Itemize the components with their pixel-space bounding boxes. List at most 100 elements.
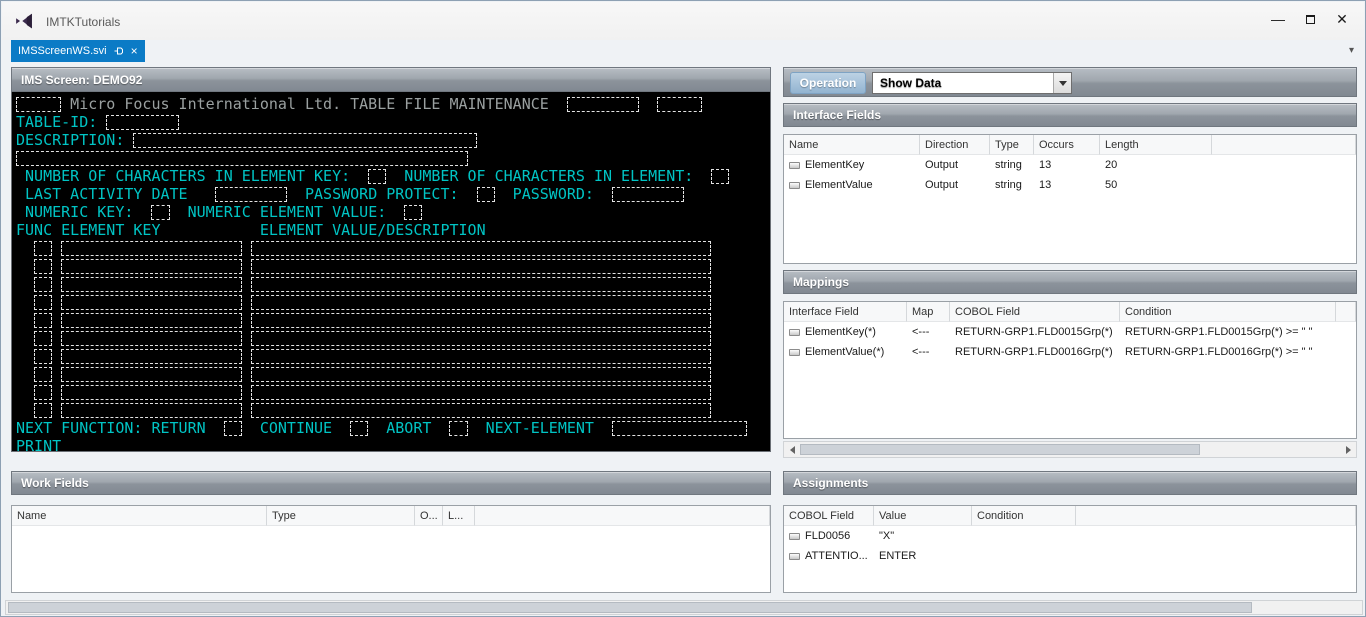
column-header[interactable]: Name: [784, 135, 920, 155]
terminal-input-field[interactable]: [251, 403, 712, 418]
terminal-input-field[interactable]: [61, 259, 242, 274]
terminal-input-field[interactable]: [251, 331, 712, 346]
terminal-input-field[interactable]: [106, 115, 178, 130]
terminal-input-field[interactable]: [61, 277, 242, 292]
terminal-input-field[interactable]: [34, 331, 52, 346]
terminal-input-field[interactable]: [251, 277, 712, 292]
terminal-input-field[interactable]: [34, 259, 52, 274]
field-icon: [789, 162, 800, 169]
terminal-input-field[interactable]: [133, 133, 476, 148]
terminal-text: [52, 329, 61, 347]
cell-text: RETURN-GRP1.FLD0015Grp(*) >= " ": [1125, 326, 1313, 338]
terminal-input-field[interactable]: [612, 187, 684, 202]
terminal-input-field[interactable]: [368, 169, 386, 184]
table-row[interactable]: FLD0056"X": [784, 526, 1356, 546]
column-header[interactable]: L...: [443, 506, 475, 526]
terminal-input-field[interactable]: [711, 169, 729, 184]
ims-terminal-screen[interactable]: Micro Focus International Ltd. TABLE FIL…: [11, 92, 771, 452]
tab-imsscreenws[interactable]: IMSScreenWS.svi ×: [11, 40, 145, 62]
terminal-input-field[interactable]: [251, 241, 712, 256]
scrollbar-thumb[interactable]: [800, 444, 1200, 455]
terminal-input-field[interactable]: [61, 331, 242, 346]
terminal-input-field[interactable]: [404, 205, 422, 220]
terminal-input-field[interactable]: [34, 403, 52, 418]
column-header[interactable]: Length: [1100, 135, 1212, 155]
terminal-input-field[interactable]: [215, 187, 287, 202]
terminal-input-field[interactable]: [477, 187, 495, 202]
table-row[interactable]: ElementKey(*)<---RETURN-GRP1.FLD0015Grp(…: [784, 322, 1356, 342]
terminal-input-field[interactable]: [251, 295, 712, 310]
terminal-input-field[interactable]: [224, 421, 242, 436]
maximize-button[interactable]: [1294, 6, 1326, 32]
operation-combobox[interactable]: Show Data: [872, 72, 1072, 94]
table-row[interactable]: ElementKeyOutputstring1320: [784, 155, 1356, 175]
column-header[interactable]: [1336, 302, 1356, 322]
column-header[interactable]: Occurs: [1034, 135, 1100, 155]
column-header[interactable]: Condition: [1120, 302, 1336, 322]
table-row[interactable]: ElementValueOutputstring1350: [784, 175, 1356, 195]
terminal-text: PASSWORD PROTECT:: [287, 185, 477, 203]
column-header[interactable]: Map: [907, 302, 950, 322]
column-header[interactable]: Type: [990, 135, 1034, 155]
terminal-input-field[interactable]: [151, 205, 169, 220]
terminal-input-field[interactable]: [251, 367, 712, 382]
terminal-input-field[interactable]: [61, 349, 242, 364]
terminal-input-field[interactable]: [34, 313, 52, 328]
column-header[interactable]: [1212, 135, 1356, 155]
terminal-input-field[interactable]: [61, 367, 242, 382]
terminal-input-field[interactable]: [16, 97, 61, 112]
scroll-left-arrow[interactable]: [784, 442, 800, 457]
minimize-button[interactable]: —: [1262, 6, 1294, 32]
terminal-input-field[interactable]: [251, 259, 712, 274]
scroll-right-arrow[interactable]: [1340, 442, 1356, 457]
terminal-input-field[interactable]: [34, 277, 52, 292]
terminal-input-field[interactable]: [251, 313, 712, 328]
close-button[interactable]: ✕: [1326, 6, 1358, 32]
table-row[interactable]: ATTENTIO...ENTER: [784, 546, 1356, 566]
column-header[interactable]: O...: [415, 506, 443, 526]
terminal-input-field[interactable]: [61, 313, 242, 328]
column-header[interactable]: Direction: [920, 135, 990, 155]
triangle-left-icon: [790, 446, 795, 454]
tab-list-chevron-icon[interactable]: ▾: [1349, 45, 1354, 56]
mappings-horizontal-scrollbar[interactable]: [783, 441, 1357, 458]
window-horizontal-scrollbar[interactable]: [5, 600, 1363, 615]
column-header[interactable]: [475, 506, 770, 526]
terminal-input-field[interactable]: [61, 385, 242, 400]
terminal-input-field[interactable]: [350, 421, 368, 436]
column-header[interactable]: Value: [874, 506, 972, 526]
column-header[interactable]: [1076, 506, 1356, 526]
terminal-text: [52, 401, 61, 419]
column-header[interactable]: COBOL Field: [950, 302, 1120, 322]
pin-icon[interactable]: [114, 46, 124, 56]
terminal-input-field[interactable]: [61, 295, 242, 310]
terminal-input-field[interactable]: [251, 385, 712, 400]
terminal-input-field[interactable]: [567, 97, 639, 112]
terminal-input-field[interactable]: [16, 151, 468, 166]
terminal-text: NUMERIC ELEMENT VALUE:: [170, 203, 405, 221]
terminal-input-field[interactable]: [657, 97, 702, 112]
terminal-input-field[interactable]: [61, 241, 242, 256]
column-header[interactable]: Name: [12, 506, 267, 526]
terminal-input-field[interactable]: [449, 421, 467, 436]
terminal-row: DESCRIPTION:: [16, 131, 770, 149]
column-header[interactable]: Interface Field: [784, 302, 907, 322]
terminal-text: PASSWORD:: [495, 185, 612, 203]
terminal-input-field[interactable]: [34, 241, 52, 256]
terminal-input-field[interactable]: [34, 295, 52, 310]
tab-close-icon[interactable]: ×: [131, 46, 138, 56]
terminal-input-field[interactable]: [61, 403, 242, 418]
column-header[interactable]: Type: [267, 506, 415, 526]
table-row[interactable]: ElementValue(*)<---RETURN-GRP1.FLD0016Gr…: [784, 342, 1356, 362]
terminal-input-field[interactable]: [34, 349, 52, 364]
terminal-text: [242, 239, 251, 257]
terminal-input-field[interactable]: [612, 421, 747, 436]
column-header[interactable]: COBOL Field: [784, 506, 874, 526]
terminal-input-field[interactable]: [251, 349, 712, 364]
terminal-row: [16, 275, 770, 293]
column-header[interactable]: Condition: [972, 506, 1076, 526]
combo-dropdown-button[interactable]: [1053, 73, 1071, 93]
terminal-input-field[interactable]: [34, 367, 52, 382]
terminal-input-field[interactable]: [34, 385, 52, 400]
window-scrollbar-thumb[interactable]: [8, 602, 1252, 613]
